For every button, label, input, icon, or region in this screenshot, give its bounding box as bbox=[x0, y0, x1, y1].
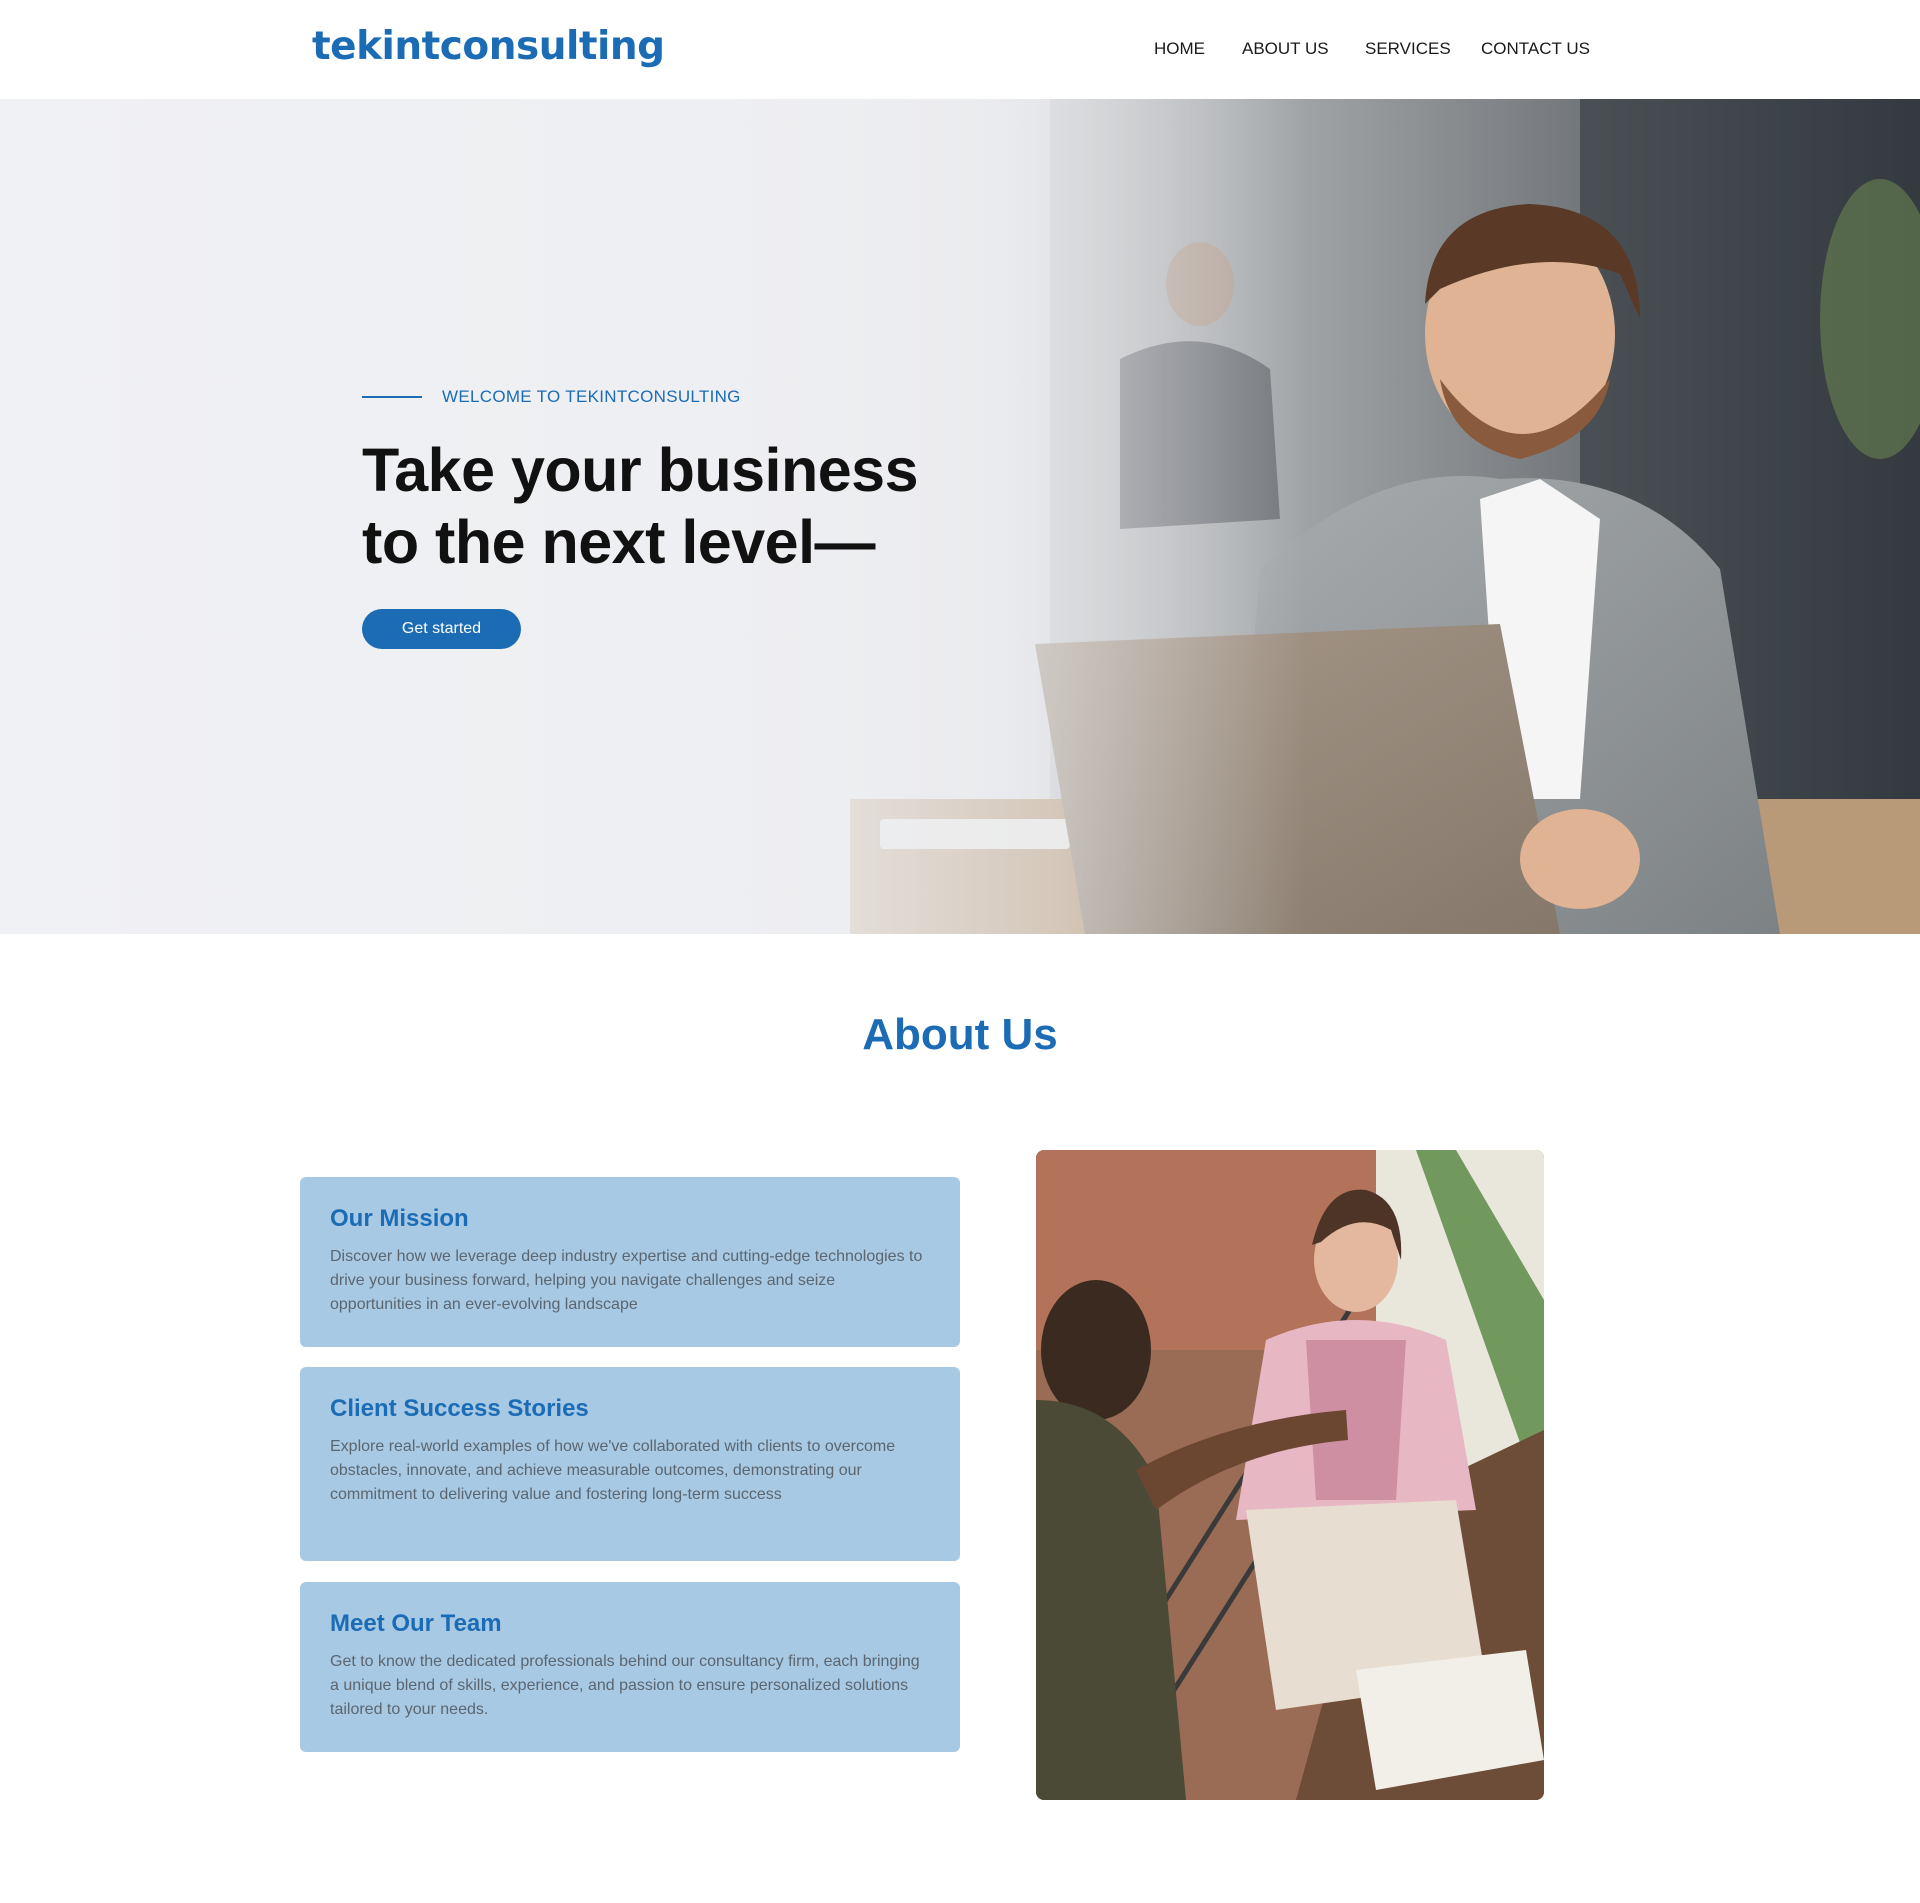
card-text: Explore real-world examples of how we've… bbox=[330, 1438, 896, 1503]
hero-title-line1: Take your business bbox=[362, 436, 919, 504]
hero-eyebrow: WELCOME TO TEKINTCONSULTING bbox=[362, 386, 741, 408]
nav-home[interactable]: HOME bbox=[1154, 39, 1205, 59]
card-text: Discover how we leverage deep industry e… bbox=[330, 1248, 923, 1313]
card-meet-our-team: Meet Our Team Get to know the dedicated … bbox=[300, 1582, 960, 1752]
team-meeting-image bbox=[1036, 1150, 1544, 1800]
card-title: Our Mission bbox=[330, 1205, 469, 1232]
hero-title-line2: to the next level— bbox=[362, 508, 876, 576]
card-title: Meet Our Team bbox=[330, 1610, 502, 1637]
nav-about-us[interactable]: ABOUT US bbox=[1242, 39, 1329, 59]
nav-services[interactable]: SERVICES bbox=[1365, 39, 1451, 59]
card-our-mission: Our Mission Discover how we leverage dee… bbox=[300, 1177, 960, 1347]
hero-section: WELCOME TO TEKINTCONSULTING Take your bu… bbox=[0, 99, 1920, 934]
card-client-success-stories: Client Success Stories Explore real-worl… bbox=[300, 1367, 960, 1561]
get-started-button[interactable]: Get started bbox=[362, 609, 521, 649]
eyebrow-line bbox=[362, 396, 422, 398]
nav-contact-us[interactable]: CONTACT US bbox=[1481, 39, 1590, 59]
hero-title: Take your business to the next level— bbox=[362, 434, 1062, 578]
site-header: tekintconsulting HOME ABOUT US SERVICES … bbox=[0, 0, 1920, 99]
about-photo bbox=[1036, 1150, 1544, 1800]
eyebrow-text: WELCOME TO TEKINTCONSULTING bbox=[442, 387, 741, 406]
card-title: Client Success Stories bbox=[330, 1395, 589, 1422]
about-title: About Us bbox=[862, 1010, 1058, 1059]
site-logo[interactable]: tekintconsulting bbox=[312, 24, 665, 69]
card-text: Get to know the dedicated professionals … bbox=[330, 1653, 920, 1718]
